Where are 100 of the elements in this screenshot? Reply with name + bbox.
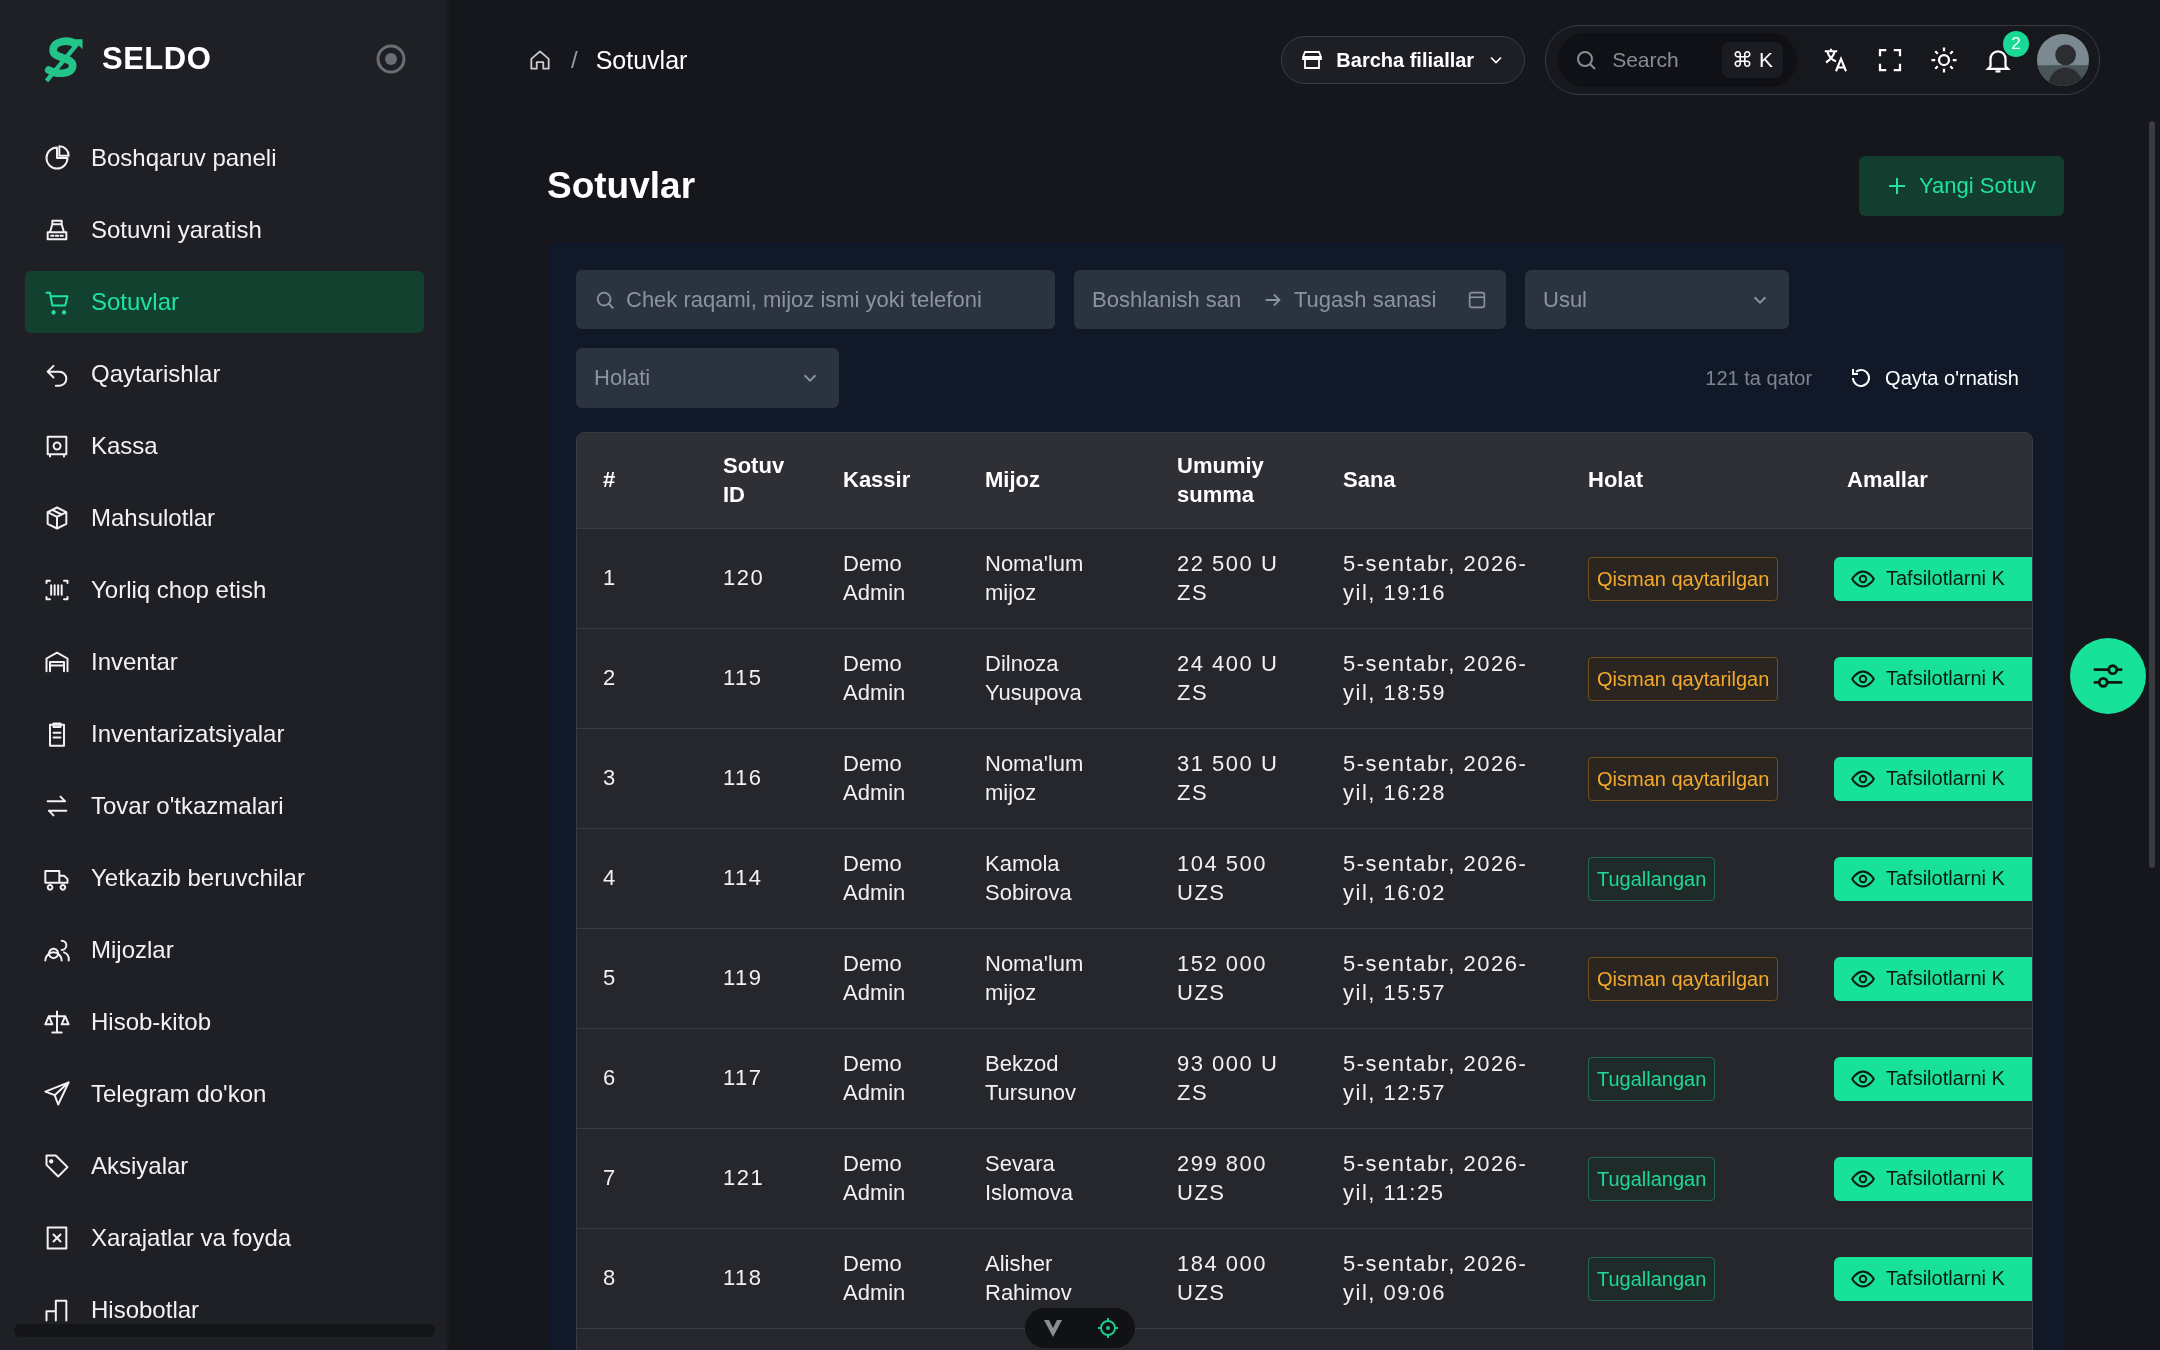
details-button[interactable]: Tafsilotlarni K [1834, 856, 2032, 901]
page-title: Sotuvlar [547, 165, 696, 207]
table-cell-text: 120 [722, 564, 766, 593]
reset-button[interactable]: Qayta o'rnatish [1831, 366, 2033, 390]
status-badge: Qisman qaytarilgan [1588, 756, 1779, 801]
table-cell-text: 6 [602, 1064, 618, 1093]
status-badge: Qisman qaytarilgan [1588, 556, 1779, 601]
sidebar-item[interactable]: Boshqaruv paneli [25, 127, 424, 189]
store-icon [1300, 48, 1325, 72]
column-header: Kassir [842, 466, 912, 495]
table-cell-text: Demo Admin [842, 1049, 907, 1107]
table-cell-text: Demo Admin [842, 1149, 907, 1207]
table-cell-text: 5-sentabr, 2026-yil, 16:02 [1342, 849, 1529, 907]
details-button[interactable]: Tafsilotlarni K [1834, 556, 2032, 601]
status-badge: Qisman qaytarilgan [1588, 656, 1779, 701]
column-header: Sotuv ID [722, 451, 786, 509]
table-cell-text: Alisher Rahimov [984, 1249, 1073, 1307]
table-cell-text: 121 [722, 1164, 766, 1193]
breadcrumb-item[interactable]: Sotuvlar [595, 45, 688, 75]
sidebar-item[interactable]: Kassa [25, 415, 424, 477]
table-cell-text: 1 [602, 564, 618, 593]
new-sale-button[interactable]: Yangi Sotuv [1859, 156, 2064, 216]
table-cell-text: 24 400 UZS [1176, 649, 1280, 707]
table-cell-text: Demo Admin [842, 849, 907, 907]
table-cell-text: 152 000 UZS [1176, 949, 1269, 1007]
sidebar-item[interactable]: Aksiyalar [25, 1135, 424, 1197]
table-cell-text: 5-sentabr, 2026-yil, 19:16 [1342, 549, 1529, 607]
date-range-field[interactable]: Boshlanish san Tugash sanasi [1074, 270, 1506, 329]
sidebar-item[interactable]: Hisobotlar [25, 1279, 424, 1337]
table-cell-text: Kamola Sobirova [984, 849, 1073, 907]
table-cell-text: 5-sentabr, 2026-yil, 18:59 [1342, 649, 1529, 707]
sidebar-item[interactable]: Inventar [25, 631, 424, 693]
table-cell-text: 5-sentabr, 2026-yil, 11:25 [1342, 1149, 1529, 1207]
column-header: Umumiy summa [1176, 451, 1265, 509]
status-badge: Tugallangan [1588, 1256, 1716, 1301]
sidebar-item[interactable]: Yorliq chop etish [25, 559, 424, 621]
sidebar-item[interactable]: Mijozlar [25, 919, 424, 981]
table-cell-text: 93 000 UZS [1176, 1049, 1280, 1107]
details-button[interactable]: Tafsilotlarni K [1834, 756, 2032, 801]
search-field[interactable]: Chek raqami, mijoz ismi yoki telefoni [576, 270, 1055, 329]
radio-toggle-icon[interactable] [375, 43, 407, 75]
details-button[interactable]: Tafsilotlarni K [1834, 956, 2032, 1001]
status-badge: Qisman qaytarilgan [1588, 956, 1779, 1001]
sidebar-item[interactable]: Xarajatlar va foyda [25, 1207, 424, 1269]
column-header: Mijoz [984, 466, 1041, 495]
table-cell-text: Demo Admin [842, 1249, 907, 1307]
branch-selector[interactable]: Barcha filiallar [1281, 36, 1526, 84]
table-cell-text: 119 [722, 964, 764, 993]
breadcrumb-separator: / [571, 46, 578, 74]
table-cell-text: Dilnoza Yusupova [984, 649, 1083, 707]
sidebar-item[interactable]: Yetkazib beruvchilar [25, 847, 424, 909]
table-cell-text: 5-sentabr, 2026-yil, 16:28 [1342, 749, 1529, 807]
table-cell-text: 31 500 UZS [1176, 749, 1280, 807]
table-cell-text: 5 [602, 964, 618, 993]
table-cell-text: 104 500 UZS [1176, 849, 1269, 907]
table-cell-text: 116 [722, 764, 764, 793]
sidebar-item[interactable]: Tovar o'tkazmalari [25, 775, 424, 837]
sidebar-item[interactable]: Sotuvlar [25, 271, 424, 333]
sun-icon[interactable] [1929, 45, 1959, 75]
crosshair-icon[interactable] [1095, 1316, 1120, 1340]
table-cell-text: Bekzod Tursunov [984, 1049, 1077, 1107]
scrollbar[interactable] [2149, 121, 2155, 868]
column-header: # [602, 466, 617, 495]
column-header: Sana [1342, 466, 1397, 495]
table-cell-text: Noma'lum mijoz [984, 949, 1085, 1007]
details-button[interactable]: Tafsilotlarni K [1834, 1056, 2032, 1101]
sidebar-item[interactable]: Inventarizatsiyalar [25, 703, 424, 765]
table-cell-text: 3 [602, 764, 618, 793]
table-cell-text: 5-sentabr, 2026-yil, 15:57 [1342, 949, 1529, 1007]
details-button[interactable]: Tafsilotlarni K [1834, 656, 2032, 701]
column-header: Amallar [1846, 466, 1929, 495]
sidebar-item[interactable]: Telegram do'kon [25, 1063, 424, 1125]
search-field[interactable]: Search ⌘ K [1558, 33, 1797, 87]
sidebar-item[interactable]: Hisob-kitob [25, 991, 424, 1053]
sidebar-item[interactable]: Sotuvni yaratish [25, 199, 424, 261]
status-select[interactable]: Holati [576, 348, 839, 408]
table-cell-text: 2 [602, 664, 618, 693]
table-cell-text: Demo Admin [842, 549, 907, 607]
method-select[interactable]: Usul [1525, 270, 1789, 329]
shortcut-hint: ⌘ K [1722, 42, 1783, 78]
table-cell-text: 5-sentabr, 2026-yil, 12:57 [1342, 1049, 1529, 1107]
status-badge: Tugallangan [1588, 1056, 1716, 1101]
table-cell-text: Noma'lum mijoz [984, 749, 1085, 807]
table-cell-text: 5-sentabr, 2026-yil, 09:06 [1342, 1249, 1529, 1307]
brand-name: SELDO [102, 41, 213, 77]
table-cell-text: 22 500 UZS [1176, 549, 1280, 607]
table-cell-text: 299 800 UZS [1176, 1149, 1269, 1207]
table-cell-text: Sevara Islomova [984, 1149, 1075, 1207]
sidebar-item[interactable]: Mahsulotlar [25, 487, 424, 549]
pie-chart-icon [43, 144, 71, 172]
table-cell-text: 118 [722, 1264, 764, 1293]
details-button[interactable]: Tafsilotlarni K [1834, 1256, 2032, 1301]
row-count: 121 ta qator [1705, 366, 1813, 390]
status-badge: Tugallangan [1588, 856, 1716, 901]
sidebar-item[interactable]: Qaytarishlar [25, 343, 424, 405]
tag-icon [43, 1152, 71, 1180]
column-header: Holat [1587, 466, 1644, 495]
table-cell-text: 117 [722, 1064, 764, 1093]
table-cell-text: 7 [602, 1164, 618, 1193]
details-button[interactable]: Tafsilotlarni K [1834, 1156, 2032, 1201]
